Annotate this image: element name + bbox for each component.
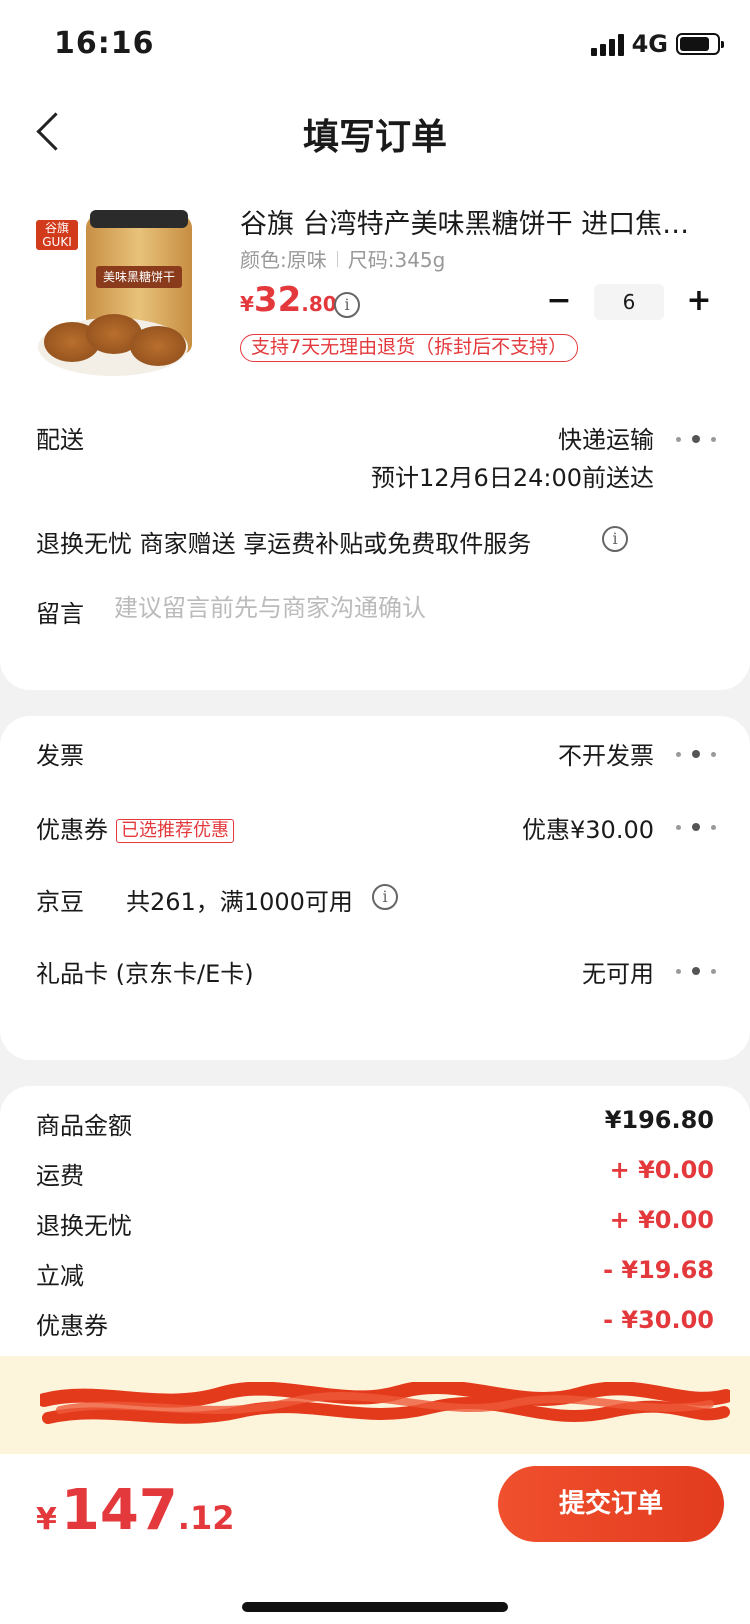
delivery-label: 配送 — [36, 426, 84, 454]
product-size: 尺码:345g — [347, 248, 446, 272]
product-color: 颜色:原味 — [240, 248, 327, 272]
invoice-value[interactable]: 不开发票 — [558, 736, 654, 771]
summary-value: ¥196.80 — [604, 1106, 714, 1134]
jar-lid — [90, 210, 188, 228]
coupon-value[interactable]: 优惠¥30.00 — [522, 810, 654, 845]
return-policy-badge: 支持7天无理由退货（拆封后不支持） — [240, 334, 579, 362]
summary-row: 商品金额 ¥196.80 — [36, 1106, 714, 1141]
summary-value: - ¥19.68 — [603, 1256, 714, 1284]
price-info-icon[interactable]: i — [334, 292, 360, 318]
invoice-label: 发票 — [36, 742, 84, 770]
status-indicators: 4G — [590, 30, 724, 58]
delivery-eta: 预计12月6日24:00前送达 — [371, 464, 654, 492]
summary-label: 退换无忧 — [36, 1212, 132, 1240]
page-title: 填写订单 — [302, 117, 447, 158]
cookie-shape — [130, 326, 186, 366]
giftcard-more-icon[interactable] — [676, 964, 716, 978]
summary-value: + ¥0.00 — [609, 1206, 714, 1234]
network-type: 4G — [631, 30, 668, 58]
status-bar: 16:16 4G — [0, 0, 750, 90]
jingdou-value: 共261，满1000可用 — [126, 888, 353, 916]
giftcard-value[interactable]: 无可用 — [582, 954, 654, 989]
summary-label: 立减 — [36, 1262, 84, 1290]
delivery-method[interactable]: 快递运输 — [558, 420, 654, 455]
summary-row: 优惠券 - ¥30.00 — [36, 1306, 714, 1341]
summary-value: - ¥30.00 — [603, 1306, 714, 1334]
coupon-label: 优惠券 — [36, 816, 108, 844]
payment-options-card: 发票 不开发票 优惠券 已选推荐优惠 优惠¥30.00 京豆 共261，满1000… — [0, 716, 750, 1060]
price-summary-card: 商品金额 ¥196.80 运费 + ¥0.00 退换无忧 + ¥0.00 立减 … — [0, 1086, 750, 1386]
quantity-value[interactable]: 6 — [594, 284, 664, 320]
price-decimal: .80 — [301, 292, 337, 316]
checkout-bar: ¥ 147 .12 提交订单 — [0, 1454, 750, 1624]
home-indicator[interactable] — [242, 1602, 508, 1612]
order-item-card: 美味黑糖饼干 谷旗 GUKI 谷旗 台湾特产美味黑糖饼干 进口焦糖… 颜色:原味… — [0, 176, 750, 690]
note-label: 留言 — [36, 600, 84, 628]
summary-value: + ¥0.00 — [609, 1156, 714, 1184]
summary-row: 运费 + ¥0.00 — [36, 1156, 714, 1191]
submit-order-button[interactable]: 提交订单 — [498, 1466, 724, 1542]
service-info-icon[interactable]: i — [602, 526, 628, 552]
total-decimal: .12 — [177, 1499, 235, 1537]
address-bar[interactable] — [0, 1356, 750, 1454]
coupon-row: 优惠券 已选推荐优惠 — [36, 810, 234, 845]
battery-icon — [676, 33, 724, 55]
signal-icon — [590, 32, 624, 56]
redaction-scribble — [40, 1382, 730, 1424]
status-time: 16:16 — [54, 26, 155, 61]
decrease-button[interactable]: − — [544, 286, 574, 317]
spec-divider — [336, 250, 338, 267]
summary-label: 优惠券 — [36, 1312, 108, 1340]
quantity-stepper: − 6 + — [544, 284, 714, 320]
total-currency: ¥ — [36, 1502, 57, 1537]
delivery-more-icon[interactable] — [676, 432, 716, 446]
product-spec: 颜色:原味 尺码:345g — [240, 244, 445, 273]
giftcard-label: 礼品卡 (京东卡/E卡) — [36, 960, 254, 988]
service-text: 退换无忧 商家赠送 享运费补贴或免费取件服务 — [36, 530, 532, 558]
product-title[interactable]: 谷旗 台湾特产美味黑糖饼干 进口焦糖… — [240, 202, 710, 241]
summary-label: 商品金额 — [36, 1112, 132, 1140]
total-price: ¥ 147 .12 — [36, 1478, 234, 1543]
increase-button[interactable]: + — [684, 286, 714, 317]
price-currency: ¥ — [240, 292, 254, 316]
coupon-more-icon[interactable] — [676, 820, 716, 834]
product-image[interactable]: 美味黑糖饼干 谷旗 GUKI — [34, 210, 204, 380]
jar-label: 美味黑糖饼干 — [96, 266, 182, 288]
summary-label: 运费 — [36, 1162, 84, 1190]
jingdou-info-icon[interactable]: i — [372, 884, 398, 910]
total-integer: 147 — [60, 1478, 178, 1543]
brand-logo: 谷旗 GUKI — [36, 220, 78, 250]
note-input[interactable]: 建议留言前先与商家沟通确认 — [114, 588, 426, 623]
coupon-tag: 已选推荐优惠 — [116, 819, 234, 843]
product-price: ¥ 32 .80 — [240, 280, 337, 320]
summary-row: 立减 - ¥19.68 — [36, 1256, 714, 1291]
invoice-more-icon[interactable] — [676, 747, 716, 761]
summary-row: 退换无忧 + ¥0.00 — [36, 1206, 714, 1241]
price-integer: 32 — [253, 280, 302, 320]
jingdou-label: 京豆 — [36, 888, 84, 916]
nav-bar: 填写订单 — [0, 90, 750, 176]
